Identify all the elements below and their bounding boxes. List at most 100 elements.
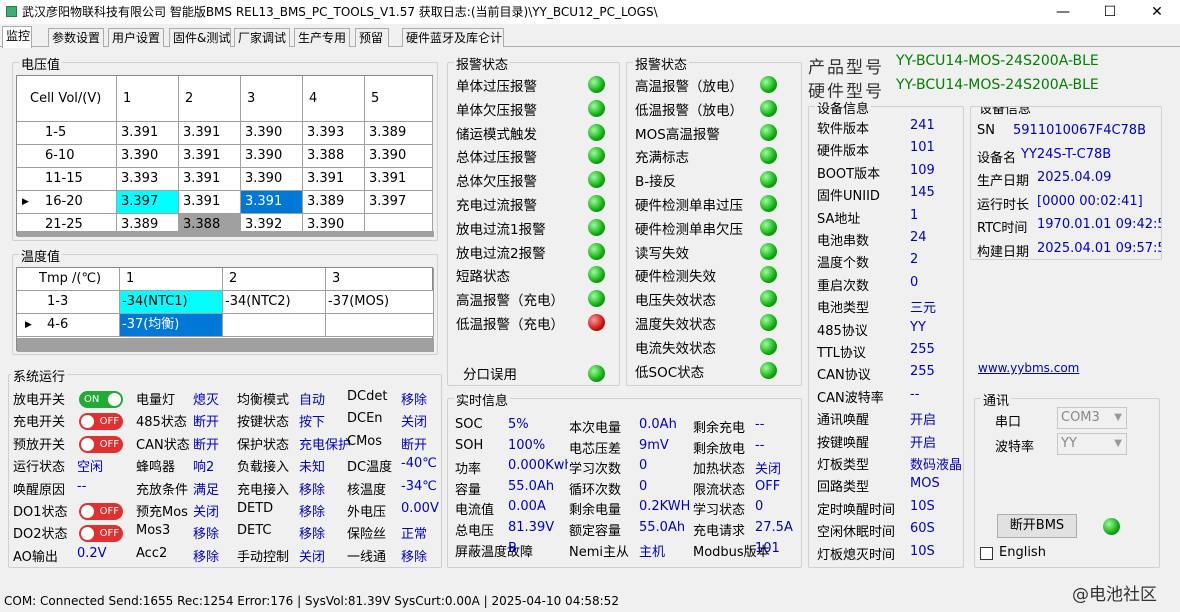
- alarm-led: [588, 290, 605, 308]
- device-info-value: YY: [910, 319, 926, 335]
- toggle-text: OFF: [99, 416, 119, 428]
- port-select[interactable]: COM3 ▼: [1057, 407, 1127, 429]
- toggle-text: ON: [84, 394, 100, 405]
- table-cell[interactable]: 3.391: [179, 191, 241, 214]
- table-cell[interactable]: -34(NTC1): [120, 291, 223, 314]
- device-info-value: 2: [910, 252, 919, 268]
- alarm-led: [760, 99, 777, 117]
- alarm-led: [588, 99, 605, 117]
- alarm-led: [760, 195, 777, 212]
- alarm-led: [760, 266, 777, 284]
- table-cell[interactable]: [326, 314, 434, 337]
- device-info-label: 重启次数: [817, 278, 870, 294]
- table-cell[interactable]: 3.391: [117, 122, 179, 145]
- table-cell[interactable]: -37(MOS): [326, 291, 434, 314]
- tab-production[interactable]: 生产专用: [294, 28, 350, 47]
- table-cell[interactable]: 3.393: [117, 168, 179, 191]
- alarm-label: 高温报警（放电）: [635, 79, 743, 95]
- system-label: 电量灯: [136, 393, 176, 408]
- toggle-switch[interactable]: OFF: [79, 435, 123, 453]
- realtime-label: 剩余电量: [569, 503, 622, 519]
- system-label: 运行状态: [13, 460, 66, 476]
- table-cell[interactable]: 3.390: [241, 145, 303, 168]
- port-value: COM3: [1061, 410, 1100, 425]
- column-header: 2: [179, 76, 241, 122]
- system-value: 移除: [193, 549, 220, 565]
- system-value: 0.2V: [77, 545, 107, 561]
- toggle-switch[interactable]: OFF: [79, 413, 123, 431]
- tab-user-settings[interactable]: 用户设置: [108, 28, 164, 47]
- table-cell[interactable]: 3.397: [365, 191, 433, 214]
- device-info-label: 空闲休眠时间: [817, 525, 896, 541]
- system-value: 关闭: [193, 505, 220, 520]
- system-label: DETC: [237, 523, 272, 539]
- table-cell[interactable]: 3.388: [303, 145, 365, 168]
- table-cell[interactable]: 3.393: [303, 122, 365, 145]
- alarm-led: [760, 123, 777, 141]
- baud-select[interactable]: YY ▼: [1057, 433, 1127, 455]
- tab-firmware-test[interactable]: 固件&测试: [169, 28, 231, 47]
- device-info-value: MOS: [910, 476, 940, 492]
- table-cell[interactable]: 3.390: [241, 122, 303, 145]
- baud-label: 波特率: [995, 440, 1035, 455]
- table-cell[interactable]: 3.397: [117, 191, 179, 214]
- toggle-switch[interactable]: OFF: [79, 503, 123, 520]
- table-cell[interactable]: 3.390: [365, 145, 433, 168]
- system-label: 充电开关: [13, 415, 66, 431]
- system-value: 断开: [193, 437, 220, 453]
- table-cell[interactable]: 3.389: [303, 191, 365, 214]
- table-cell[interactable]: 3.390: [241, 168, 303, 191]
- disconnect-bms-button[interactable]: 断开BMS: [997, 514, 1077, 538]
- device-info-label: 软件版本: [817, 122, 870, 137]
- english-checkbox[interactable]: [980, 547, 993, 560]
- minimize-button[interactable]: —: [1040, 0, 1086, 24]
- device-info-label: CAN波特率: [817, 390, 884, 406]
- device-info-value: 24: [910, 230, 927, 245]
- system-label: DCdet: [347, 389, 388, 404]
- tab-params[interactable]: 参数设置: [48, 28, 104, 47]
- toggle-switch[interactable]: ON: [79, 391, 123, 408]
- alarm-led: [588, 195, 605, 212]
- close-button[interactable]: ✕: [1134, 0, 1180, 24]
- tab-monitor[interactable]: 监控: [2, 26, 32, 48]
- device-info-label: TTL协议: [817, 346, 866, 361]
- table-cell[interactable]: 3.389: [365, 122, 433, 145]
- system-label: 负载接入: [237, 460, 290, 476]
- realtime-value: 0.2KWH: [639, 499, 689, 515]
- system-value: 正常: [401, 527, 428, 543]
- table-cell[interactable]: 3.391: [179, 122, 241, 145]
- alarm-label: B-接反: [635, 174, 677, 191]
- table-cell[interactable]: 3.391: [241, 191, 303, 214]
- alarm-led: [588, 266, 605, 284]
- grid-bottom-bar: [17, 231, 434, 237]
- device-info-value: 5911010067F4C78B: [1013, 123, 1146, 138]
- tab-hardware-bt[interactable]: 硬件蓝牙及库仑计: [402, 28, 504, 47]
- alarm-label: 低温报警（充电）: [456, 317, 564, 333]
- website-link[interactable]: www.yybms.com: [978, 361, 1079, 375]
- table-cell[interactable]: 3.391: [303, 168, 365, 191]
- system-value: 按下: [299, 415, 326, 431]
- table-cell[interactable]: 3.391: [179, 168, 241, 191]
- maximize-button[interactable]: ☐: [1087, 0, 1133, 24]
- system-label: 核温度: [347, 482, 387, 498]
- voltage-grid[interactable]: Cell Vol/(V) 1 2 3 4 5 1-5 3.391 3.391 3.390 3.393…: [16, 75, 434, 237]
- table-cell[interactable]: -37(均衡): [120, 314, 223, 337]
- toggle-switch[interactable]: OFF: [79, 525, 123, 543]
- table-cell[interactable]: [223, 314, 326, 337]
- device-info-label: 通讯唤醒: [817, 413, 870, 429]
- system-label: 预充Mos: [136, 505, 188, 520]
- tab-factory-debug[interactable]: 厂家调试: [234, 28, 290, 47]
- table-cell[interactable]: 3.391: [365, 168, 433, 191]
- table-cell[interactable]: -34(NTC2): [223, 291, 326, 314]
- alarm-led: [760, 218, 777, 236]
- realtime-value: 0: [639, 458, 648, 474]
- realtime-value: 0.000Kwh: [508, 458, 568, 474]
- temperature-grid[interactable]: Tmp /(℃) 1 2 3 1-3 -34(NTC1) -34(NTC2) -37(MOS)…: [16, 267, 434, 352]
- table-cell[interactable]: 3.390: [117, 145, 179, 168]
- table-cell[interactable]: 3.391: [179, 145, 241, 168]
- tab-reserved[interactable]: 预留: [355, 28, 389, 47]
- system-label: 保护状态: [237, 437, 290, 453]
- alarm-label: 储运模式触发: [456, 126, 537, 143]
- voltage-title: 电压值: [19, 54, 63, 73]
- app-icon: [6, 6, 17, 17]
